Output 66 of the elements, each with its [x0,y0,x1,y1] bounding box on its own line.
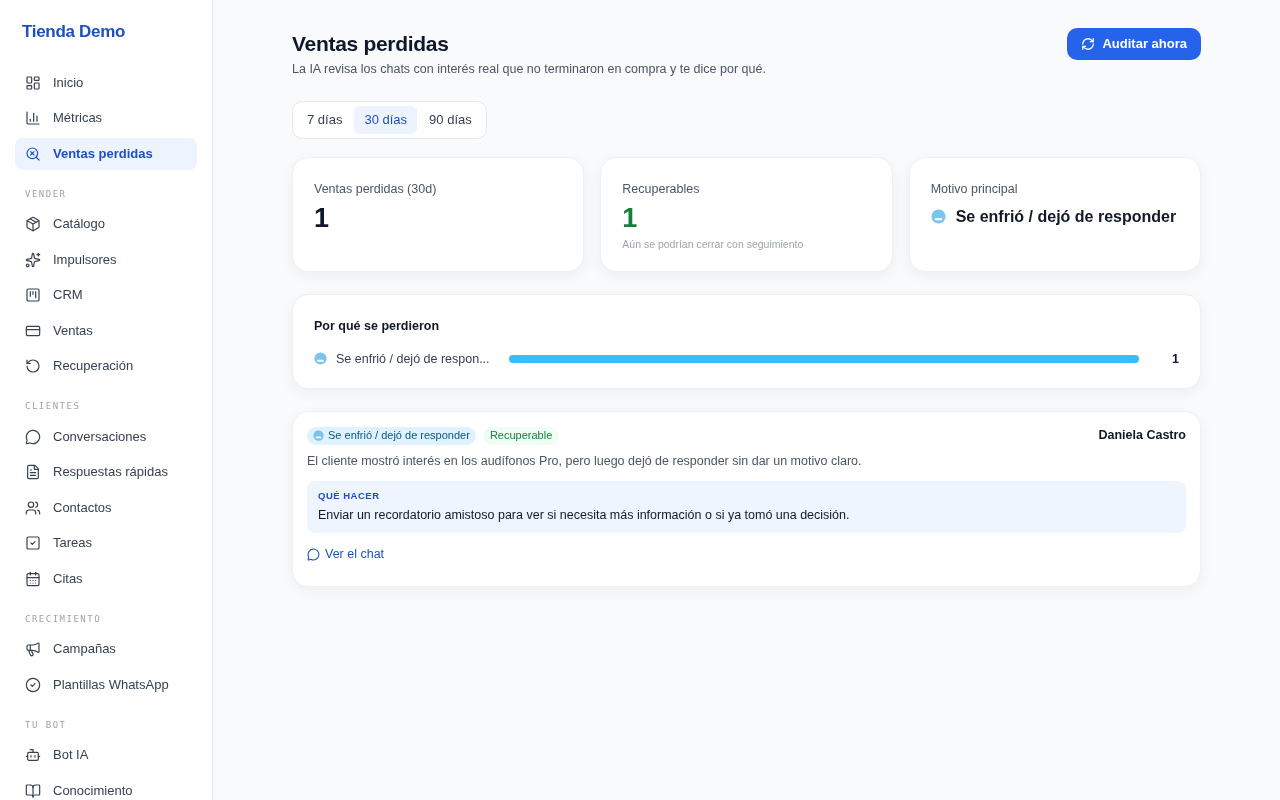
search-x-icon [25,145,41,162]
range-tab[interactable]: 90 días [419,105,482,134]
sidebar-item[interactable]: Bot IA [15,739,197,771]
package-icon [25,216,41,232]
chat-bubble-icon [307,547,320,561]
robot-icon [25,747,41,763]
sidebar-item[interactable]: Inicio [15,66,197,99]
sidebar-item[interactable]: Catálogo [15,208,197,240]
status-tag: Recuperable [482,426,560,445]
book-icon [25,782,41,799]
checkbox-icon [25,535,41,551]
stat-label: Recuperables [622,180,701,198]
calendar-icon [25,570,41,587]
sidebar-item[interactable]: Campañas [15,633,197,665]
range-tab[interactable]: 7 días [297,105,353,134]
sparkles-icon [25,251,41,268]
brand-name: Tienda Demo [21,21,127,43]
advice-heading: QUÉ HACER [318,488,381,503]
advice-text: Enviar un recordatorio amistoso para ver si necesita más información o si ya tomó una decisión. [318,507,851,524]
emoji-icon [930,209,946,224]
stat-value: Se enfrió / dejó de responder [955,206,1177,227]
kanban-icon [25,287,41,303]
sidebar-item[interactable]: Plantillas WhatsApp [15,668,197,701]
stat-value: 1 [622,201,639,235]
rotate-icon [25,358,41,374]
dashboard-icon [25,74,41,91]
sidebar-item[interactable]: Citas [15,562,197,595]
sidebar-item[interactable]: Métricas [15,102,197,134]
sidebar-item[interactable]: Respuestas rápidas [15,456,197,488]
users-icon [25,499,41,516]
reason-label: Se enfrió / dejó de respon... [336,350,490,368]
emoji-icon [313,430,324,442]
sidebar-item[interactable]: Conversaciones [15,420,197,453]
case-summary: El cliente mostró interés en los audífonos Pro, pero luego dejó de responder sin dar un motivo claro. [307,453,863,470]
sidebar-item[interactable]: Tareas [15,527,197,559]
section-heading: CLIENTES [24,400,82,413]
check-circle-icon [25,676,41,693]
chat-bubble-icon [25,428,41,445]
page-subtitle: La IA revisa los chats con interés real que no terminaron en compra y te dice por qué. [292,61,766,78]
stat-label: Ventas perdidas (30d) [314,180,438,198]
sidebar-item[interactable]: Ventas [15,314,197,347]
bar-chart-icon [25,110,41,126]
sidebar-item[interactable]: Ventas perdidas [15,137,197,170]
page-title: Ventas perdidas [292,31,450,57]
stat-value: 1 [314,201,331,235]
refresh-icon [1081,37,1096,51]
section-heading: CRECIMIENTO [24,612,103,626]
reason-tag: Se enfrió / dejó de responder [307,426,476,445]
customer-name: Daniela Castro [1098,427,1186,445]
stat-label: Motivo principal [930,180,1019,198]
chat-link[interactable]: Ver el chat [307,544,385,564]
reason-count: 1 [1171,350,1179,368]
sidebar-item[interactable]: Conocimiento [15,774,197,800]
stat-note: Aún se podrían cerrar con seguimiento [622,236,805,252]
megaphone-icon [25,641,41,657]
sidebar-item[interactable]: Contactos [15,491,197,524]
sidebar-item[interactable]: CRM [15,279,197,311]
section-heading: VENDER [24,187,68,201]
range-tab[interactable]: 30 días [354,105,418,134]
card-title: Por qué se perdieron [314,317,441,335]
section-heading: TU BOT [24,718,68,732]
emoji-icon [314,352,327,366]
sidebar-item[interactable]: Impulsores [15,243,197,276]
audit-button[interactable]: Auditar ahora [1067,28,1201,60]
sidebar-item[interactable]: Recuperación [15,350,197,382]
document-icon [25,464,41,480]
